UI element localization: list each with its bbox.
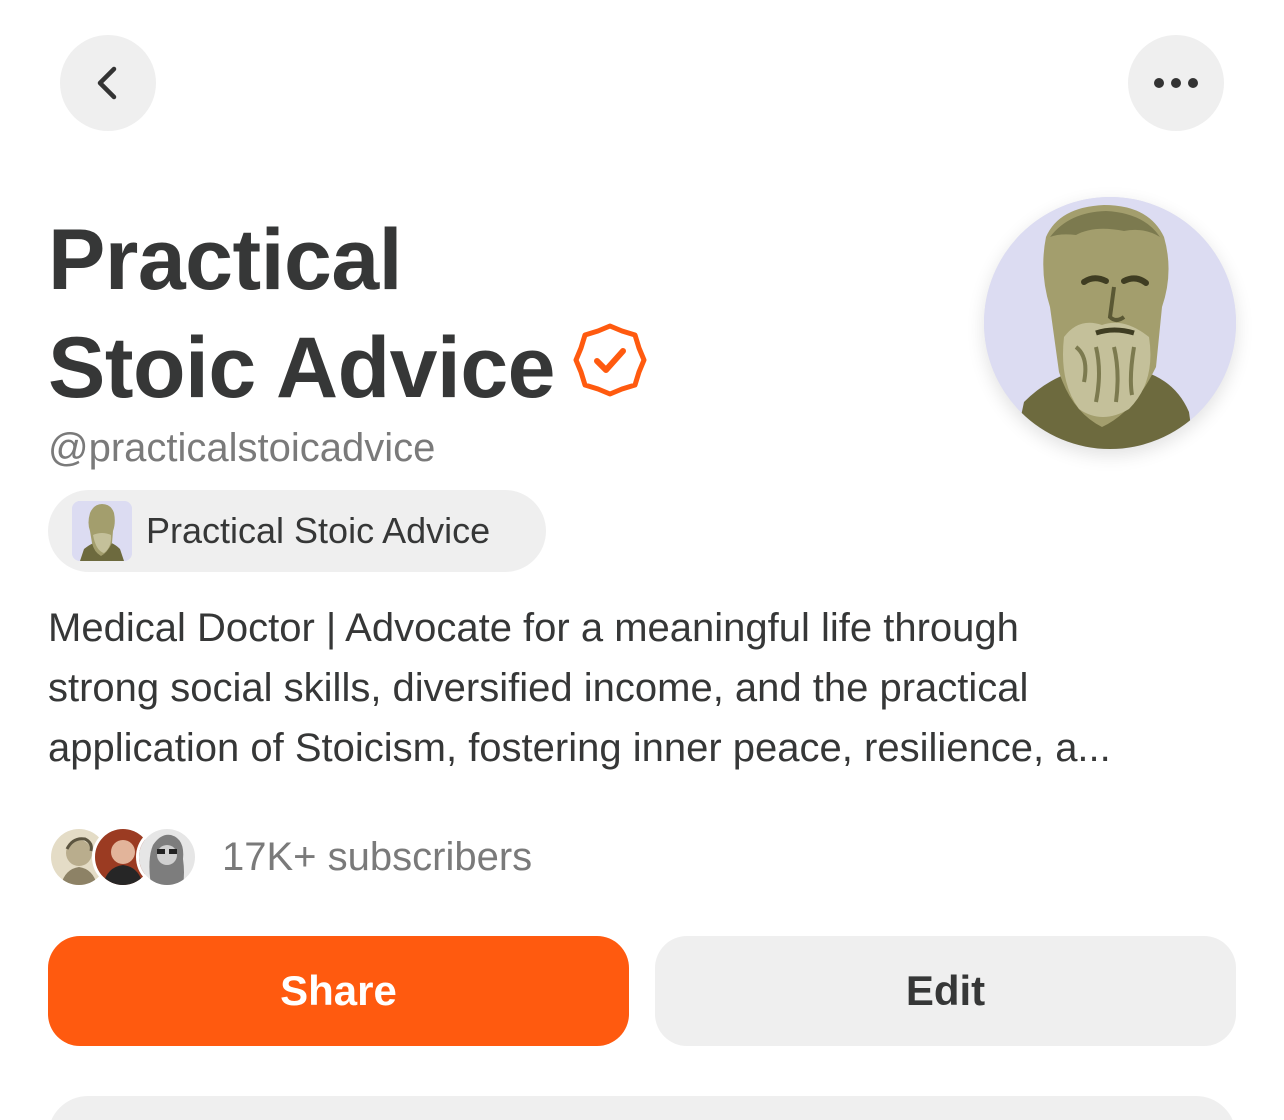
- subscriber-avatars: [48, 826, 200, 888]
- profile-avatar[interactable]: [984, 197, 1236, 449]
- verified-badge-icon: [573, 314, 647, 422]
- ellipsis-horizontal-icon: [1154, 78, 1198, 88]
- profile-handle: @practicalstoicadvice: [48, 426, 436, 470]
- subscribers-row[interactable]: 17K+ subscribers: [48, 826, 532, 888]
- title-line-1: Practical: [48, 212, 403, 308]
- publication-thumbnail: [72, 501, 132, 561]
- next-section-card[interactable]: [48, 1096, 1236, 1120]
- bio-line: application of Stoicism, fostering inner…: [48, 726, 1111, 770]
- publication-chip[interactable]: Practical Stoic Advice: [48, 490, 546, 572]
- back-button[interactable]: [60, 35, 156, 131]
- page-title: Practical Stoic Advice: [48, 206, 948, 428]
- bio-line: Medical Doctor | Advocate for a meaningf…: [48, 606, 1019, 650]
- profile-page: Practical Stoic Advice @practicalstoicad…: [0, 0, 1284, 1120]
- profile-bio[interactable]: Medical Doctor | Advocate for a meaningf…: [48, 598, 1248, 778]
- stoic-bust-avatar: [984, 197, 1236, 449]
- more-options-button[interactable]: [1128, 35, 1224, 131]
- bio-line: strong social skills, diversified income…: [48, 666, 1029, 710]
- stoic-bust-thumbnail: [72, 501, 132, 561]
- subscribers-count: 17K+ subscribers: [222, 834, 533, 879]
- share-button[interactable]: Share: [48, 936, 629, 1046]
- title-line-2: Stoic Advice: [48, 320, 555, 416]
- title-line-2-wrap: Stoic Advice: [48, 314, 948, 428]
- edit-button[interactable]: Edit: [655, 936, 1236, 1046]
- subscriber-avatar: [136, 826, 198, 888]
- chevron-left-icon: [97, 66, 117, 100]
- publication-chip-label: Practical Stoic Advice: [146, 510, 491, 551]
